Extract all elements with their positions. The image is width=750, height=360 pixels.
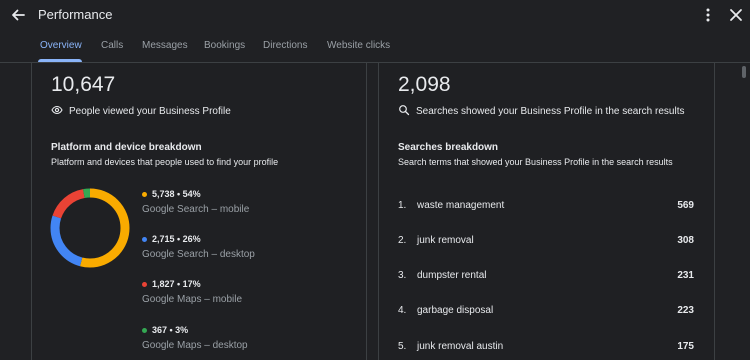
legend-value: 367 • 3% xyxy=(152,325,189,335)
platform-donut-chart xyxy=(50,188,130,268)
search-rank: 5. xyxy=(398,341,407,352)
views-caption-row: People viewed your Business Profile xyxy=(51,104,231,117)
tab-overview[interactable]: Overview xyxy=(40,40,82,51)
tab-bookings[interactable]: Bookings xyxy=(204,40,245,51)
search-term: junk removal austin xyxy=(417,341,504,352)
search-rank: 3. xyxy=(398,270,407,281)
top-bar: Performance xyxy=(0,0,750,30)
back-arrow-icon[interactable] xyxy=(8,5,28,25)
views-total: 10,647 xyxy=(51,73,116,96)
scrollbar-thumb[interactable] xyxy=(742,66,746,78)
search-term-row: 3. dumpster rental 231 xyxy=(398,270,694,286)
search-breakdown-subtitle: Search terms that showed your Business P… xyxy=(398,157,673,167)
search-term: junk removal xyxy=(417,235,474,246)
search-count: 223 xyxy=(677,305,694,316)
tab-bar: Overview Calls Messages Bookings Directi… xyxy=(0,30,750,62)
legend-dot xyxy=(142,237,147,242)
search-count: 175 xyxy=(677,341,694,352)
legend-dot xyxy=(142,192,147,197)
views-caption: People viewed your Business Profile xyxy=(69,106,231,117)
tab-website-clicks[interactable]: Website clicks xyxy=(327,40,390,51)
platform-subtitle: Platform and devices that people used to… xyxy=(51,157,279,167)
close-icon[interactable] xyxy=(726,5,746,25)
search-term-row: 5. junk removal austin 175 xyxy=(398,341,694,357)
tab-directions[interactable]: Directions xyxy=(263,40,307,51)
legend-value: 5,738 • 54% xyxy=(152,189,201,199)
legend-label: Google Search – mobile xyxy=(142,204,250,215)
legend-label: Google Maps – mobile xyxy=(142,294,243,305)
search-breakdown-title: Searches breakdown xyxy=(398,142,499,153)
legend-value: 1,827 • 17% xyxy=(152,279,201,289)
page-title: Performance xyxy=(38,7,113,22)
legend-label: Google Search – desktop xyxy=(142,249,255,260)
search-count: 569 xyxy=(677,200,694,211)
searches-caption: Searches showed your Business Profile in… xyxy=(416,106,685,117)
eye-icon xyxy=(51,105,63,115)
tab-calls[interactable]: Calls xyxy=(101,40,123,51)
searches-total: 2,098 xyxy=(398,73,451,96)
search-rank: 1. xyxy=(398,200,407,211)
more-vert-icon[interactable] xyxy=(698,5,718,25)
search-count: 231 xyxy=(677,270,694,281)
search-term: dumpster rental xyxy=(417,270,487,281)
searches-caption-row: Searches showed your Business Profile in… xyxy=(398,104,684,117)
legend-dot xyxy=(142,328,147,333)
search-rank: 2. xyxy=(398,235,407,246)
tab-messages[interactable]: Messages xyxy=(142,40,188,51)
search-term-row: 1. waste management 569 xyxy=(398,200,694,216)
search-term-row: 4. garbage disposal 223 xyxy=(398,305,694,321)
search-term-row: 2. junk removal 308 xyxy=(398,235,694,251)
search-rank: 4. xyxy=(398,305,407,316)
legend-value: 2,715 • 26% xyxy=(152,234,201,244)
legend-dot xyxy=(142,282,147,287)
search-term: waste management xyxy=(417,200,505,211)
search-term: garbage disposal xyxy=(417,305,494,316)
platform-title: Platform and device breakdown xyxy=(51,142,202,153)
legend-label: Google Maps – desktop xyxy=(142,340,248,351)
search-icon xyxy=(399,105,410,116)
search-count: 308 xyxy=(677,235,694,246)
